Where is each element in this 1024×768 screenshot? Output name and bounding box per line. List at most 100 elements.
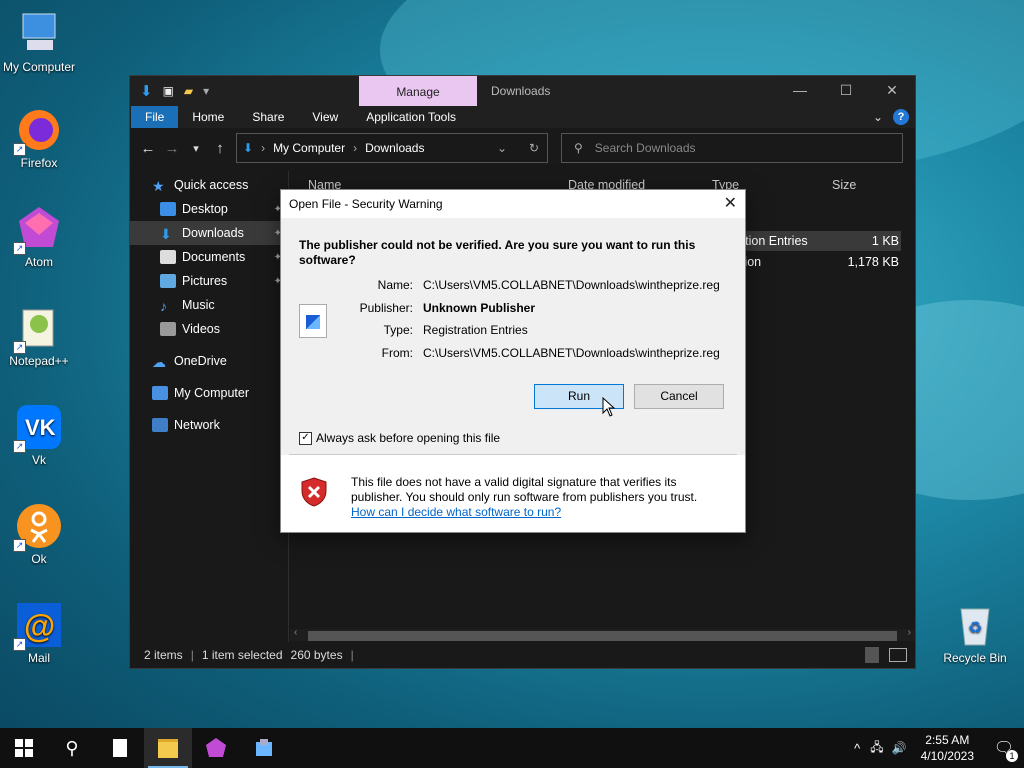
chevron-right-icon: › [261, 141, 266, 155]
nav-label: Music [182, 298, 215, 312]
status-bytes: 260 bytes [290, 648, 343, 662]
taskbar-registry-editor[interactable] [240, 728, 288, 768]
nav-label: Quick access [174, 178, 249, 192]
desktop-icon-atom[interactable]: ↗ Atom [1, 205, 77, 269]
nav-videos[interactable]: Videos [130, 317, 288, 341]
shortcut-arrow-icon: ↗ [13, 539, 26, 552]
close-button[interactable]: ✕ [869, 76, 915, 106]
desktop-icon-notepadpp[interactable]: ↗ Notepad++ [1, 304, 77, 368]
clock-time: 2:55 AM [925, 733, 970, 747]
nav-onedrive[interactable]: ☁ OneDrive [130, 349, 288, 373]
folder-icon [158, 738, 178, 758]
details-view-icon[interactable] [865, 647, 879, 663]
expand-ribbon-icon[interactable]: ⌄ [873, 110, 883, 124]
tab-home[interactable]: Home [178, 106, 238, 128]
computer-icon [15, 10, 63, 58]
nav-quick-access[interactable]: ★ Quick access [130, 173, 288, 197]
minimize-button[interactable]: — [777, 76, 823, 106]
quick-access-toolbar: ⬇ ▣ ▰ ▾ [130, 82, 209, 100]
search-placeholder: Search Downloads [594, 141, 696, 155]
status-item-count: 2 items [144, 648, 183, 662]
back-button[interactable]: ← [136, 140, 160, 157]
forward-button[interactable]: → [160, 140, 184, 157]
help-link[interactable]: How can I decide what software to run? [351, 505, 561, 519]
tab-view[interactable]: View [298, 106, 352, 128]
tab-application-tools[interactable]: Application Tools [352, 106, 470, 128]
customize-qa-icon[interactable]: ▾ [203, 84, 209, 98]
recent-locations-button[interactable]: ▾ [184, 142, 208, 155]
nav-music[interactable]: ♪ Music [130, 293, 288, 317]
download-arrow-icon: ⬇ [140, 83, 153, 100]
dialog-title-bar[interactable]: Open File - Security Warning ✕ [281, 190, 745, 218]
desktop-icon-label: Recycle Bin [943, 651, 1007, 665]
desktop-icon-ok[interactable]: ↗ Ok [1, 502, 77, 566]
pictures-icon [160, 274, 176, 288]
always-ask-checkbox[interactable]: ✓ Always ask before opening this file [299, 431, 500, 445]
tab-file[interactable]: File [131, 106, 179, 128]
field-publisher-row: Publisher: Unknown Publisher [281, 301, 745, 319]
cancel-button[interactable]: Cancel [634, 384, 724, 409]
nav-my-computer[interactable]: My Computer [130, 381, 288, 405]
nav-label: My Computer [174, 386, 250, 400]
taskbar-new-document[interactable] [96, 728, 144, 768]
dialog-close-icon[interactable]: ✕ [724, 190, 737, 218]
security-warning-dialog[interactable]: Open File - Security Warning ✕ The publi… [280, 189, 746, 533]
scroll-left-icon[interactable]: ‹ [294, 627, 297, 638]
title-bar[interactable]: ⬇ ▣ ▰ ▾ Manage Downloads — ☐ ✕ [130, 76, 915, 106]
star-icon: ★ [152, 178, 165, 194]
desktop-icon-mail[interactable]: @ ↗ Mail [1, 601, 77, 665]
desktop-icon-recycle-bin[interactable]: ♻ Recycle Bin [937, 601, 1013, 665]
search-input[interactable]: ⚲ Search Downloads [561, 133, 903, 163]
desktop-icon-label: Notepad++ [9, 354, 69, 368]
taskbar-search-button[interactable]: ⚲ [48, 728, 96, 768]
start-button[interactable] [0, 728, 48, 768]
address-field[interactable]: ⬇ › My Computer › Downloads ⌄ ↻ [236, 133, 548, 163]
chevron-right-icon: › [353, 141, 358, 155]
taskbar-atom[interactable] [192, 728, 240, 768]
shortcut-arrow-icon: ↗ [13, 341, 26, 354]
field-value: C:\Users\VM5.COLLABNET\Downloads\winthep… [423, 346, 720, 360]
new-folder-icon[interactable]: ▰ [184, 84, 193, 98]
clock[interactable]: 2:55 AM 4/10/2023 [911, 732, 984, 764]
desktop-icon-label: Vk [31, 453, 46, 467]
field-label: Name: [377, 278, 413, 292]
videos-icon [160, 322, 176, 336]
properties-icon[interactable]: ▣ [163, 84, 174, 98]
tab-share[interactable]: Share [238, 106, 298, 128]
desktop-icon-firefox[interactable]: ↗ Firefox [1, 106, 77, 170]
breadcrumb-my-computer[interactable]: My Computer [273, 141, 345, 155]
nav-desktop[interactable]: Desktop ✦ [130, 197, 288, 221]
scroll-right-icon[interactable]: › [908, 627, 911, 638]
desktop-icon-vk[interactable]: VK ↗ Vk [1, 403, 77, 467]
scrollbar-thumb[interactable] [308, 631, 897, 641]
svg-text:@: @ [24, 608, 55, 644]
column-size[interactable]: Size [832, 178, 856, 192]
horizontal-scrollbar[interactable]: ‹ › [290, 627, 915, 641]
chevron-down-icon[interactable]: ⌄ [497, 141, 507, 155]
refresh-icon[interactable]: ↻ [529, 141, 539, 155]
up-button[interactable]: ↑ [208, 140, 232, 157]
help-icon[interactable]: ? [893, 109, 909, 125]
nav-label: Videos [182, 322, 220, 336]
chevron-up-icon[interactable]: ^ [848, 741, 866, 756]
tab-manage[interactable]: Manage [359, 76, 477, 106]
large-icons-view-icon[interactable] [889, 648, 907, 662]
volume-icon[interactable]: 🔊 [888, 741, 911, 755]
nav-pictures[interactable]: Pictures ✦ [130, 269, 288, 293]
network-icon[interactable]: 🖧 [866, 738, 887, 759]
svg-text:VK: VK [25, 415, 56, 440]
nav-network[interactable]: Network [130, 413, 288, 437]
shortcut-arrow-icon: ↗ [13, 440, 26, 453]
nav-downloads[interactable]: ⬇ Downloads ✦ [130, 221, 288, 245]
breadcrumb-downloads[interactable]: Downloads [365, 141, 424, 155]
search-icon: ⚲ [65, 737, 79, 758]
desktop-icon-my-computer[interactable]: My Computer [1, 10, 77, 74]
taskbar-file-explorer[interactable] [144, 728, 192, 768]
maximize-button[interactable]: ☐ [823, 76, 869, 106]
field-value: C:\Users\VM5.COLLABNET\Downloads\winthep… [423, 278, 720, 292]
checkbox-checked-icon[interactable]: ✓ [299, 431, 312, 445]
atom-icon [206, 738, 226, 757]
dialog-body: The publisher could not be verified. Are… [281, 218, 745, 454]
notification-button[interactable]: 🗨 1 [984, 738, 1024, 762]
nav-documents[interactable]: Documents ✦ [130, 245, 288, 269]
